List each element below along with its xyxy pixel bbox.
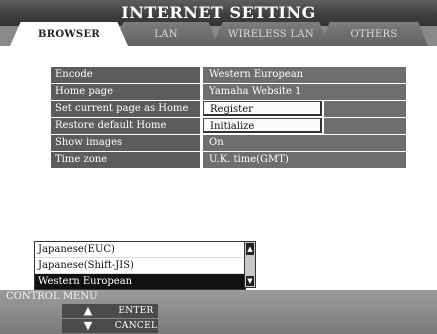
encode-option-list[interactable]: Japanese(EUC) Japanese(Shift-JIS) Wester…: [34, 241, 246, 290]
tab-others[interactable]: OTHERS: [320, 22, 428, 46]
setting-row-home-page[interactable]: Home page Yamaha Website 1: [51, 84, 406, 100]
enter-button[interactable]: ENTER: [114, 304, 158, 318]
list-item-selected[interactable]: Western European: [35, 274, 245, 289]
setting-label: Home page: [51, 84, 200, 100]
tab-lan[interactable]: LAN: [114, 22, 218, 46]
setting-label: Set current page as Home: [51, 101, 200, 117]
up-arrow-icon[interactable]: ▲: [62, 304, 114, 318]
setting-value[interactable]: On: [203, 135, 406, 151]
tab-browser[interactable]: BROWSER: [10, 22, 128, 46]
tab-wireless-lan[interactable]: WIRELESS LAN: [212, 22, 330, 46]
down-arrow-icon[interactable]: ▼: [62, 319, 114, 333]
setting-value[interactable]: Yamaha Website 1: [203, 84, 406, 100]
setting-label: Encode: [51, 67, 200, 83]
tab-bar: BROWSER LAN WIRELESS LAN OTHERS: [0, 22, 437, 46]
list-scrollbar[interactable]: ▲ ▼: [244, 241, 256, 288]
control-menu-label: CONTROL MENU: [6, 291, 98, 302]
setting-row-show-images[interactable]: Show images On: [51, 135, 406, 151]
scroll-down-icon[interactable]: ▼: [246, 276, 254, 286]
setting-value[interactable]: U.K. time(GMT): [203, 152, 406, 168]
setting-row-restore-default-home: Restore default Home Initialize: [51, 118, 406, 134]
setting-label: Show images: [51, 135, 200, 151]
setting-value-filler: [324, 101, 406, 117]
setting-row-encode[interactable]: Encode Western European: [51, 67, 406, 83]
list-item[interactable]: Japanese(EUC): [35, 242, 245, 258]
setting-row-time-zone[interactable]: Time zone U.K. time(GMT): [51, 152, 406, 168]
settings-table: Encode Western European Home page Yamaha…: [51, 67, 406, 169]
cancel-button[interactable]: CANCEL: [114, 319, 158, 333]
internet-setting-screen: INTERNET SETTING BROWSER LAN WIRELESS LA…: [0, 0, 437, 334]
initialize-button[interactable]: Initialize: [203, 118, 322, 133]
setting-label: Time zone: [51, 152, 200, 168]
setting-label: Restore default Home: [51, 118, 200, 134]
register-button[interactable]: Register: [203, 101, 322, 116]
scroll-up-icon[interactable]: ▲: [246, 243, 254, 255]
list-item[interactable]: Japanese(Shift-JIS): [35, 258, 245, 274]
setting-row-set-current-home: Set current page as Home Register: [51, 101, 406, 117]
setting-value-filler: [324, 118, 406, 134]
control-menu: CONTROL MENU ▲ ▼ ENTER CANCEL: [0, 290, 437, 334]
setting-value[interactable]: Western European: [203, 67, 406, 83]
